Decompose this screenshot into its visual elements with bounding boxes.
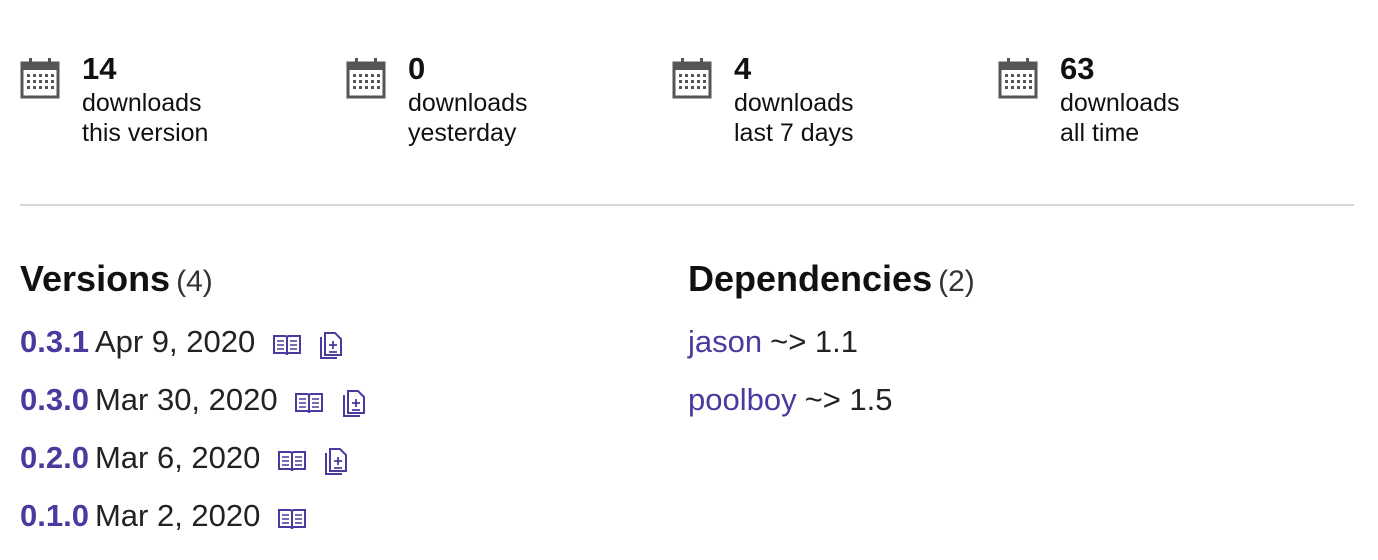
stat-value: 63 xyxy=(1060,51,1095,86)
version-date: Mar 2, 2020 xyxy=(94,498,261,533)
versions-heading: Versions (4) xyxy=(20,258,213,303)
stat-period: all time xyxy=(1060,119,1140,147)
diff-icon[interactable] xyxy=(318,331,344,359)
stat-label: downloads xyxy=(734,89,854,117)
stat-label: downloads xyxy=(82,89,202,117)
calendar-icon xyxy=(20,58,60,99)
stat-period: yesterday xyxy=(408,119,517,147)
stat-label: downloads xyxy=(1060,89,1180,117)
version-link[interactable]: 0.3.0 xyxy=(20,382,89,417)
dependency-row: poolboy ~> 1.5 xyxy=(688,380,893,420)
version-date: Apr 9, 2020 xyxy=(94,324,256,359)
dependency-requirement: ~> 1.5 xyxy=(804,382,893,417)
calendar-icon xyxy=(672,58,712,99)
dependency-row: jason ~> 1.1 xyxy=(688,322,858,362)
versions-title: Versions xyxy=(20,258,171,299)
stat-period: last 7 days xyxy=(734,119,854,147)
stat-label: downloads xyxy=(408,89,528,117)
dependencies-heading: Dependencies (2) xyxy=(688,258,975,303)
stat-this-version: 14 downloads this version xyxy=(20,52,320,152)
stat-value: 4 xyxy=(734,51,752,86)
versions-count: (4) xyxy=(176,265,213,298)
stat-value: 14 xyxy=(82,51,117,86)
docs-book-icon[interactable] xyxy=(277,507,307,531)
download-stats: 14 downloads this version 0 downloads ye… xyxy=(20,52,1356,152)
dependencies-count: (2) xyxy=(938,265,975,298)
calendar-icon xyxy=(346,58,386,99)
version-link[interactable]: 0.3.1 xyxy=(20,324,89,359)
docs-book-icon[interactable] xyxy=(272,333,302,357)
stat-period: this version xyxy=(82,119,209,147)
dependency-link[interactable]: jason xyxy=(688,324,762,359)
docs-book-icon[interactable] xyxy=(294,391,324,415)
stat-value: 0 xyxy=(408,51,426,86)
stat-yesterday: 0 downloads yesterday xyxy=(346,52,646,152)
version-row: 0.2.0 Mar 6, 2020 xyxy=(20,438,349,478)
stat-all-time: 63 downloads all time xyxy=(998,52,1298,152)
dependency-link[interactable]: poolboy xyxy=(688,382,797,417)
dependencies-title: Dependencies xyxy=(688,258,933,299)
version-date: Mar 30, 2020 xyxy=(94,382,278,417)
version-row: 0.3.0 Mar 30, 2020 xyxy=(20,380,367,420)
dependency-requirement: ~> 1.1 xyxy=(770,324,859,359)
section-divider xyxy=(20,204,1354,206)
version-link[interactable]: 0.1.0 xyxy=(20,498,89,533)
version-row: 0.3.1 Apr 9, 2020 xyxy=(20,322,344,362)
version-row: 0.1.0 Mar 2, 2020 xyxy=(20,496,307,536)
calendar-icon xyxy=(998,58,1038,99)
docs-book-icon[interactable] xyxy=(277,449,307,473)
diff-icon[interactable] xyxy=(323,447,349,475)
diff-icon[interactable] xyxy=(341,389,367,417)
stat-last-7-days: 4 downloads last 7 days xyxy=(672,52,972,152)
version-link[interactable]: 0.2.0 xyxy=(20,440,89,475)
version-date: Mar 6, 2020 xyxy=(94,440,261,475)
